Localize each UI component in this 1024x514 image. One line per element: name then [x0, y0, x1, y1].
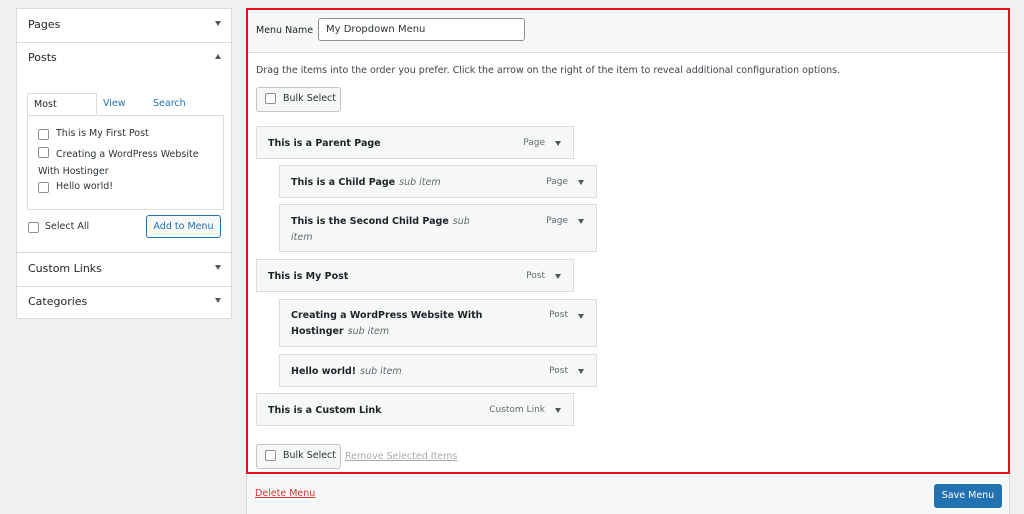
menu-item-title: This is a Child Pagesub item [291, 175, 441, 190]
menu-item-type: Post [526, 271, 545, 281]
post-checkbox[interactable] [38, 129, 49, 140]
bulk-select-checkbox[interactable] [265, 93, 276, 104]
post-label: Creating a WordPress Website With Hostin… [38, 146, 218, 180]
menu-item-title-line2: Hostingersub item [291, 324, 389, 339]
accordion-categories[interactable]: Categories [17, 286, 231, 319]
accordion-pages-title: Pages [28, 18, 60, 31]
accordion-posts-title: Posts [28, 51, 57, 64]
menu-footer [246, 474, 1010, 514]
add-to-menu-button[interactable]: Add to Menu [146, 215, 221, 238]
menu-item[interactable]: This is a Custom Link Custom Link [256, 393, 574, 426]
bulk-select-label: Bulk Select [283, 93, 336, 104]
accordion-categories-title: Categories [28, 295, 87, 308]
menu-item[interactable]: This is a Parent Page Page [256, 126, 574, 159]
post-label: Hello world! [56, 181, 113, 192]
menu-instructions: Drag the items into the order you prefer… [256, 65, 840, 76]
menu-item-type: Page [546, 216, 568, 226]
accordion-pages[interactable]: Pages [17, 9, 231, 43]
tab-view-all[interactable]: View All [103, 93, 126, 115]
menu-header: Menu Name My Dropdown Menu [248, 10, 1008, 53]
chevron-down-icon[interactable] [555, 141, 561, 146]
chevron-up-icon[interactable] [215, 54, 221, 59]
menu-item-type: Custom Link [489, 405, 545, 415]
sub-item-label: item [291, 232, 312, 243]
menu-item-title: This is a Parent Page [268, 136, 381, 151]
select-all-checkbox[interactable] [28, 222, 39, 233]
chevron-down-icon[interactable] [215, 298, 221, 303]
sub-item-label: sub item [360, 366, 401, 377]
menu-name-label: Menu Name [256, 25, 313, 36]
menu-item-title-line2: item [291, 230, 312, 245]
save-menu-button[interactable]: Save Menu [934, 484, 1002, 508]
chevron-down-icon[interactable] [578, 369, 584, 374]
tab-search[interactable]: Search [153, 93, 186, 115]
sub-item-label: sub item [399, 177, 440, 188]
menu-item[interactable]: Creating a WordPress Website With Hostin… [279, 299, 597, 347]
menu-item-type: Page [546, 177, 568, 187]
post-checkbox[interactable] [38, 182, 49, 193]
menu-item-type: Post [549, 310, 568, 320]
bulk-select-label: Bulk Select [283, 450, 336, 461]
delete-menu-link[interactable]: Delete Menu [255, 488, 315, 499]
menu-item-title: Creating a WordPress Website With [291, 308, 482, 323]
menu-item-type: Post [549, 366, 568, 376]
chevron-down-icon[interactable] [578, 314, 584, 319]
menu-item-title: This is the Second Child Pagesub [291, 214, 470, 229]
add-menu-items-panel: Pages Posts Most Recent View All Search … [16, 8, 232, 319]
select-all-label: Select All [45, 221, 89, 232]
bulk-select-button[interactable]: Bulk Select [256, 87, 341, 112]
chevron-down-icon[interactable] [555, 408, 561, 413]
menu-item[interactable]: This is the Second Child Pagesub item Pa… [279, 204, 597, 252]
chevron-down-icon[interactable] [215, 21, 221, 26]
chevron-down-icon[interactable] [215, 265, 221, 270]
post-label: This is My First Post [56, 128, 149, 139]
posts-list: This is My First Post Creating a WordPre… [27, 115, 224, 210]
tab-most-recent[interactable]: Most Recent [27, 93, 97, 115]
chevron-down-icon[interactable] [578, 219, 584, 224]
sub-item-label: sub item [348, 326, 389, 337]
accordion-posts[interactable]: Posts [17, 42, 231, 75]
menu-item[interactable]: Hello world!sub item Post [279, 354, 597, 387]
menu-item[interactable]: This is My Post Post [256, 259, 574, 292]
menu-name-input[interactable]: My Dropdown Menu [318, 18, 525, 41]
menu-item-type: Page [523, 138, 545, 148]
menu-item-title: Hello world!sub item [291, 364, 402, 379]
bulk-select-button-bottom[interactable]: Bulk Select [256, 444, 341, 469]
menu-item[interactable]: This is a Child Pagesub item Page [279, 165, 597, 198]
menu-item-title: This is a Custom Link [268, 403, 381, 418]
accordion-custom-links[interactable]: Custom Links [17, 252, 231, 287]
chevron-down-icon[interactable] [555, 274, 561, 279]
menu-item-title: This is My Post [268, 269, 348, 284]
chevron-down-icon[interactable] [578, 180, 584, 185]
menu-structure-panel: Menu Name My Dropdown Menu Drag the item… [246, 8, 1010, 474]
accordion-custom-links-title: Custom Links [28, 262, 102, 275]
sub-item-label: sub [453, 216, 470, 227]
remove-selected-items-link[interactable]: Remove Selected Items [345, 451, 457, 462]
bulk-select-checkbox[interactable] [265, 450, 276, 461]
